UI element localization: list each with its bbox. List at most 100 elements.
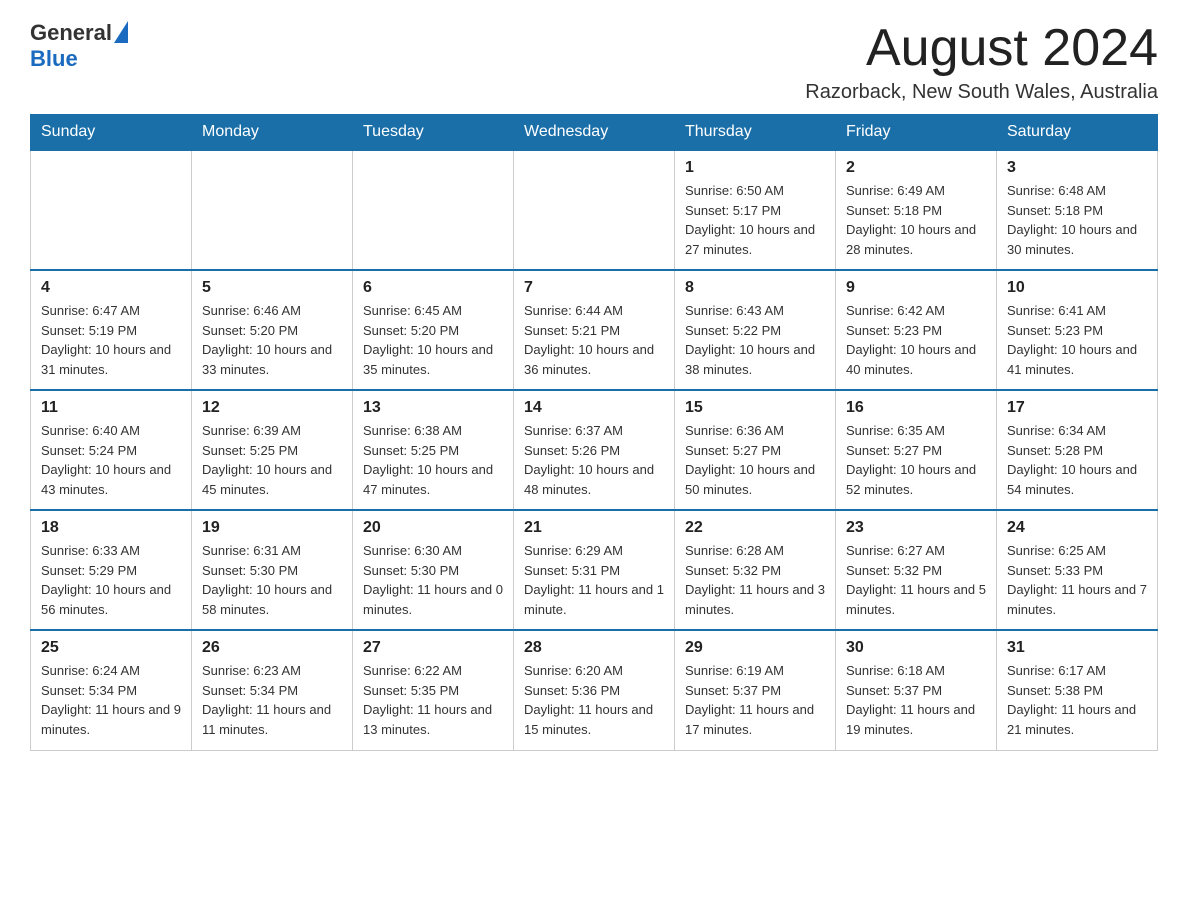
calendar-day-cell bbox=[514, 150, 675, 270]
day-number: 16 bbox=[846, 399, 986, 417]
calendar-day-cell bbox=[192, 150, 353, 270]
day-info: Sunrise: 6:25 AMSunset: 5:33 PMDaylight:… bbox=[1007, 541, 1147, 619]
day-number: 12 bbox=[202, 399, 342, 417]
day-info: Sunrise: 6:37 AMSunset: 5:26 PMDaylight:… bbox=[524, 421, 664, 499]
calendar-day-cell: 2 Sunrise: 6:49 AMSunset: 5:18 PMDaylight… bbox=[836, 150, 997, 270]
calendar-day-cell: 31Sunrise: 6:17 AMSunset: 5:38 PMDayligh… bbox=[997, 630, 1158, 750]
calendar-day-cell: 12 Sunrise: 6:39 AMSunset: 5:25 PMDayligh… bbox=[192, 390, 353, 510]
day-info: Sunrise: 6:19 AMSunset: 5:37 PMDaylight:… bbox=[685, 661, 825, 739]
day-number: 29 bbox=[685, 639, 825, 657]
day-number: 30 bbox=[846, 639, 986, 657]
day-number: 13 bbox=[363, 399, 503, 417]
calendar-day-cell: 14 Sunrise: 6:37 AMSunset: 5:26 PMDayligh… bbox=[514, 390, 675, 510]
calendar-day-cell: 18 Sunrise: 6:33 AMSunset: 5:29 PMDayligh… bbox=[31, 510, 192, 630]
day-number: 9 bbox=[846, 279, 986, 297]
calendar-week-row: 25 Sunrise: 6:24 AMSunset: 5:34 PMDayligh… bbox=[31, 630, 1158, 750]
day-number: 4 bbox=[41, 279, 181, 297]
logo-blue-text: Blue bbox=[30, 46, 128, 72]
day-info: Sunrise: 6:27 AMSunset: 5:32 PMDaylight:… bbox=[846, 541, 986, 619]
day-number: 25 bbox=[41, 639, 181, 657]
day-info: Sunrise: 6:48 AMSunset: 5:18 PMDaylight:… bbox=[1007, 181, 1147, 259]
day-info: Sunrise: 6:18 AMSunset: 5:37 PMDaylight:… bbox=[846, 661, 986, 739]
day-info: Sunrise: 6:35 AMSunset: 5:27 PMDaylight:… bbox=[846, 421, 986, 499]
calendar-day-cell: 5 Sunrise: 6:46 AMSunset: 5:20 PMDaylight… bbox=[192, 270, 353, 390]
day-info: Sunrise: 6:31 AMSunset: 5:30 PMDaylight:… bbox=[202, 541, 342, 619]
day-info: Sunrise: 6:28 AMSunset: 5:32 PMDaylight:… bbox=[685, 541, 825, 619]
calendar-day-cell: 22 Sunrise: 6:28 AMSunset: 5:32 PMDayligh… bbox=[675, 510, 836, 630]
calendar-day-cell: 25 Sunrise: 6:24 AMSunset: 5:34 PMDayligh… bbox=[31, 630, 192, 750]
calendar-week-row: 11Sunrise: 6:40 AMSunset: 5:24 PMDayligh… bbox=[31, 390, 1158, 510]
day-info: Sunrise: 6:23 AMSunset: 5:34 PMDaylight:… bbox=[202, 661, 342, 739]
weekday-header-sunday: Sunday bbox=[31, 115, 192, 151]
weekday-header-friday: Friday bbox=[836, 115, 997, 151]
weekday-header-saturday: Saturday bbox=[997, 115, 1158, 151]
day-number: 15 bbox=[685, 399, 825, 417]
calendar-day-cell: 26 Sunrise: 6:23 AMSunset: 5:34 PMDayligh… bbox=[192, 630, 353, 750]
logo-general-text: General bbox=[30, 20, 112, 46]
calendar-day-cell: 30 Sunrise: 6:18 AMSunset: 5:37 PMDayligh… bbox=[836, 630, 997, 750]
calendar-day-cell: 8Sunrise: 6:43 AMSunset: 5:22 PMDaylight… bbox=[675, 270, 836, 390]
day-number: 27 bbox=[363, 639, 503, 657]
logo: General Blue bbox=[30, 20, 128, 72]
calendar-day-cell: 11Sunrise: 6:40 AMSunset: 5:24 PMDayligh… bbox=[31, 390, 192, 510]
day-info: Sunrise: 6:20 AMSunset: 5:36 PMDaylight:… bbox=[524, 661, 664, 739]
calendar-day-cell: 16 Sunrise: 6:35 AMSunset: 5:27 PMDayligh… bbox=[836, 390, 997, 510]
calendar-day-cell: 4Sunrise: 6:47 AMSunset: 5:19 PMDaylight… bbox=[31, 270, 192, 390]
day-number: 22 bbox=[685, 519, 825, 537]
day-info: Sunrise: 6:44 AMSunset: 5:21 PMDaylight:… bbox=[524, 301, 664, 379]
day-number: 5 bbox=[202, 279, 342, 297]
calendar-week-row: 18 Sunrise: 6:33 AMSunset: 5:29 PMDayligh… bbox=[31, 510, 1158, 630]
day-number: 20 bbox=[363, 519, 503, 537]
day-info: Sunrise: 6:33 AMSunset: 5:29 PMDaylight:… bbox=[41, 541, 181, 619]
calendar-day-cell: 29 Sunrise: 6:19 AMSunset: 5:37 PMDayligh… bbox=[675, 630, 836, 750]
month-title: August 2024 bbox=[805, 20, 1158, 77]
day-number: 14 bbox=[524, 399, 664, 417]
day-info: Sunrise: 6:24 AMSunset: 5:34 PMDaylight:… bbox=[41, 661, 181, 739]
day-number: 24 bbox=[1007, 519, 1147, 537]
weekday-header-tuesday: Tuesday bbox=[353, 115, 514, 151]
day-number: 2 bbox=[846, 159, 986, 177]
calendar-week-row: 4Sunrise: 6:47 AMSunset: 5:19 PMDaylight… bbox=[31, 270, 1158, 390]
calendar-day-cell: 21 Sunrise: 6:29 AMSunset: 5:31 PMDayligh… bbox=[514, 510, 675, 630]
day-info: Sunrise: 6:42 AMSunset: 5:23 PMDaylight:… bbox=[846, 301, 986, 379]
calendar-day-cell: 19Sunrise: 6:31 AMSunset: 5:30 PMDayligh… bbox=[192, 510, 353, 630]
day-number: 18 bbox=[41, 519, 181, 537]
day-info: Sunrise: 6:34 AMSunset: 5:28 PMDaylight:… bbox=[1007, 421, 1147, 499]
calendar-day-cell: 13Sunrise: 6:38 AMSunset: 5:25 PMDayligh… bbox=[353, 390, 514, 510]
calendar-table: SundayMondayTuesdayWednesdayThursdayFrid… bbox=[30, 114, 1158, 751]
calendar-day-cell: 1Sunrise: 6:50 AMSunset: 5:17 PMDaylight… bbox=[675, 150, 836, 270]
calendar-day-cell: 27Sunrise: 6:22 AMSunset: 5:35 PMDayligh… bbox=[353, 630, 514, 750]
calendar-header-row: SundayMondayTuesdayWednesdayThursdayFrid… bbox=[31, 115, 1158, 151]
weekday-header-thursday: Thursday bbox=[675, 115, 836, 151]
logo-triangle-icon bbox=[114, 21, 128, 43]
day-info: Sunrise: 6:49 AMSunset: 5:18 PMDaylight:… bbox=[846, 181, 986, 259]
calendar-day-cell: 9 Sunrise: 6:42 AMSunset: 5:23 PMDaylight… bbox=[836, 270, 997, 390]
day-number: 26 bbox=[202, 639, 342, 657]
day-info: Sunrise: 6:41 AMSunset: 5:23 PMDaylight:… bbox=[1007, 301, 1147, 379]
day-info: Sunrise: 6:43 AMSunset: 5:22 PMDaylight:… bbox=[685, 301, 825, 379]
weekday-header-monday: Monday bbox=[192, 115, 353, 151]
day-info: Sunrise: 6:39 AMSunset: 5:25 PMDaylight:… bbox=[202, 421, 342, 499]
day-info: Sunrise: 6:36 AMSunset: 5:27 PMDaylight:… bbox=[685, 421, 825, 499]
day-number: 17 bbox=[1007, 399, 1147, 417]
calendar-day-cell: 7Sunrise: 6:44 AMSunset: 5:21 PMDaylight… bbox=[514, 270, 675, 390]
day-number: 31 bbox=[1007, 639, 1147, 657]
day-info: Sunrise: 6:46 AMSunset: 5:20 PMDaylight:… bbox=[202, 301, 342, 379]
day-number: 21 bbox=[524, 519, 664, 537]
day-number: 3 bbox=[1007, 159, 1147, 177]
calendar-day-cell: 24 Sunrise: 6:25 AMSunset: 5:33 PMDayligh… bbox=[997, 510, 1158, 630]
page-header: General Blue August 2024 Razorback, New … bbox=[30, 20, 1158, 104]
title-section: August 2024 Razorback, New South Wales, … bbox=[805, 20, 1158, 104]
day-info: Sunrise: 6:30 AMSunset: 5:30 PMDaylight:… bbox=[363, 541, 503, 619]
day-info: Sunrise: 6:29 AMSunset: 5:31 PMDaylight:… bbox=[524, 541, 664, 619]
day-info: Sunrise: 6:40 AMSunset: 5:24 PMDaylight:… bbox=[41, 421, 181, 499]
location-text: Razorback, New South Wales, Australia bbox=[805, 81, 1158, 104]
calendar-day-cell: 3 Sunrise: 6:48 AMSunset: 5:18 PMDaylight… bbox=[997, 150, 1158, 270]
calendar-day-cell: 20 Sunrise: 6:30 AMSunset: 5:30 PMDayligh… bbox=[353, 510, 514, 630]
calendar-day-cell bbox=[353, 150, 514, 270]
day-number: 23 bbox=[846, 519, 986, 537]
calendar-day-cell: 6Sunrise: 6:45 AMSunset: 5:20 PMDaylight… bbox=[353, 270, 514, 390]
calendar-day-cell: 10Sunrise: 6:41 AMSunset: 5:23 PMDayligh… bbox=[997, 270, 1158, 390]
day-number: 28 bbox=[524, 639, 664, 657]
day-info: Sunrise: 6:50 AMSunset: 5:17 PMDaylight:… bbox=[685, 181, 825, 259]
